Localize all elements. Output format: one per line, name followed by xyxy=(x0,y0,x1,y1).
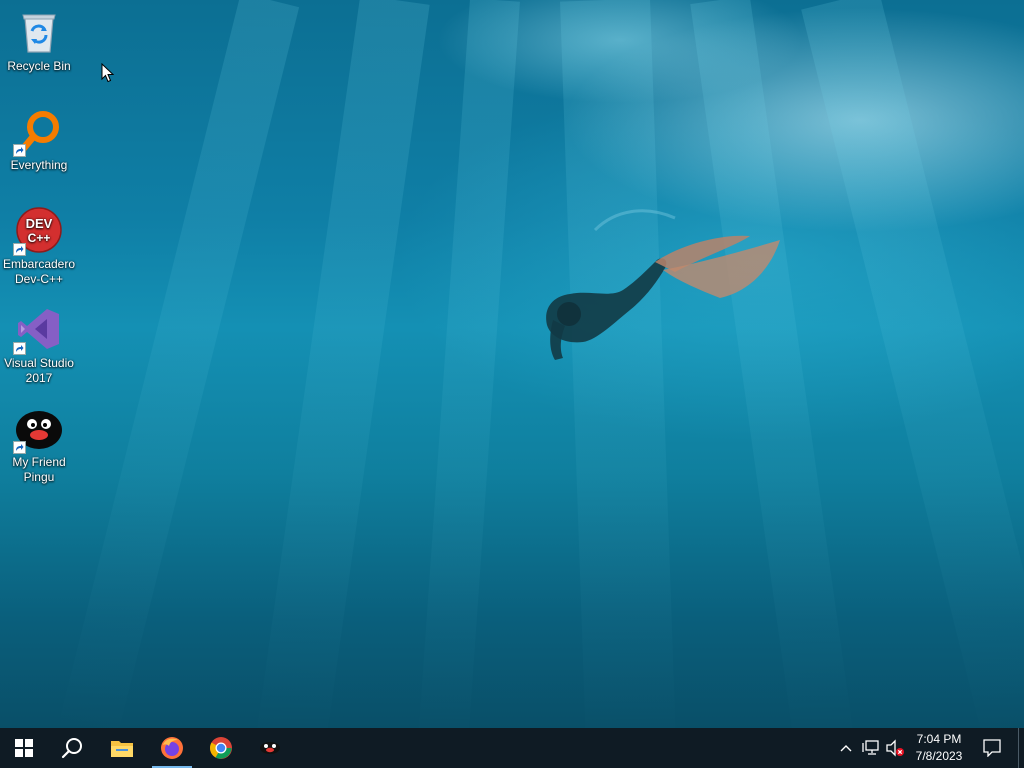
search-button[interactable] xyxy=(48,728,96,768)
clock-date: 7/8/2023 xyxy=(915,749,963,763)
visual-studio-icon xyxy=(13,305,63,355)
shortcut-arrow-icon xyxy=(13,243,26,256)
clock-time: 7:04 PM xyxy=(916,732,962,746)
desktop-wallpaper[interactable]: Recycle Bin Everything DEV C++ Embarcade… xyxy=(0,0,1024,728)
pingu-app-icon xyxy=(260,742,280,754)
desktop-icon-pingu[interactable]: My Friend Pingu xyxy=(0,398,78,485)
show-desktop-button[interactable] xyxy=(1018,728,1024,768)
action-center-icon xyxy=(983,739,1001,757)
desktop-icon-recycle-bin[interactable]: Recycle Bin xyxy=(0,2,78,74)
dev-cpp-label: Embarcadero Dev-C++ xyxy=(2,257,76,286)
chevron-up-icon xyxy=(840,745,852,752)
taskbar-firefox[interactable] xyxy=(148,728,196,768)
dev-cpp-icon: DEV C++ xyxy=(13,206,63,256)
svg-text:DEV: DEV xyxy=(26,216,53,231)
svg-text:C++: C++ xyxy=(28,231,51,245)
light-ray xyxy=(57,0,300,728)
windows-start-icon xyxy=(15,739,33,757)
chrome-icon xyxy=(210,737,232,759)
freediver-silhouette xyxy=(546,209,780,360)
network-icon xyxy=(862,740,879,755)
volume-control[interactable] xyxy=(884,728,906,768)
everything-label: Everything xyxy=(10,158,68,172)
taskbar-file-explorer[interactable] xyxy=(98,728,146,768)
pingu-icon xyxy=(13,404,63,454)
network-status[interactable] xyxy=(860,728,882,768)
taskbar-chrome[interactable] xyxy=(197,728,245,768)
shortcut-arrow-icon xyxy=(13,342,26,355)
light-ray xyxy=(417,0,520,728)
search-icon xyxy=(61,738,82,759)
mouse-cursor-icon xyxy=(101,63,115,83)
file-explorer-icon xyxy=(111,741,133,757)
everything-search-icon xyxy=(13,107,63,157)
recycle-bin-label: Recycle Bin xyxy=(7,59,71,73)
start-button[interactable] xyxy=(0,728,48,768)
shortcut-arrow-icon xyxy=(13,441,26,454)
light-ray xyxy=(254,0,430,728)
show-hidden-icons-button[interactable] xyxy=(838,728,854,768)
action-center-button[interactable] xyxy=(978,728,1006,768)
desktop-icon-visual-studio[interactable]: Visual Studio 2017 xyxy=(0,299,78,386)
shortcut-arrow-icon xyxy=(13,144,26,157)
system-clock[interactable]: 7:04 PM 7/8/2023 xyxy=(906,731,972,765)
taskbar: 7:04 PM 7/8/2023 xyxy=(0,728,1024,768)
taskbar-pingu[interactable] xyxy=(246,728,294,768)
visual-studio-label: Visual Studio 2017 xyxy=(4,356,74,385)
volume-muted-icon xyxy=(886,739,904,757)
desktop-icon-everything[interactable]: Everything xyxy=(0,101,78,173)
recycle-bin-icon xyxy=(15,8,63,56)
pingu-label: My Friend Pingu xyxy=(12,455,66,484)
desktop-icon-dev-cpp[interactable]: DEV C++ Embarcadero Dev-C++ xyxy=(0,200,78,287)
firefox-icon xyxy=(161,737,183,759)
